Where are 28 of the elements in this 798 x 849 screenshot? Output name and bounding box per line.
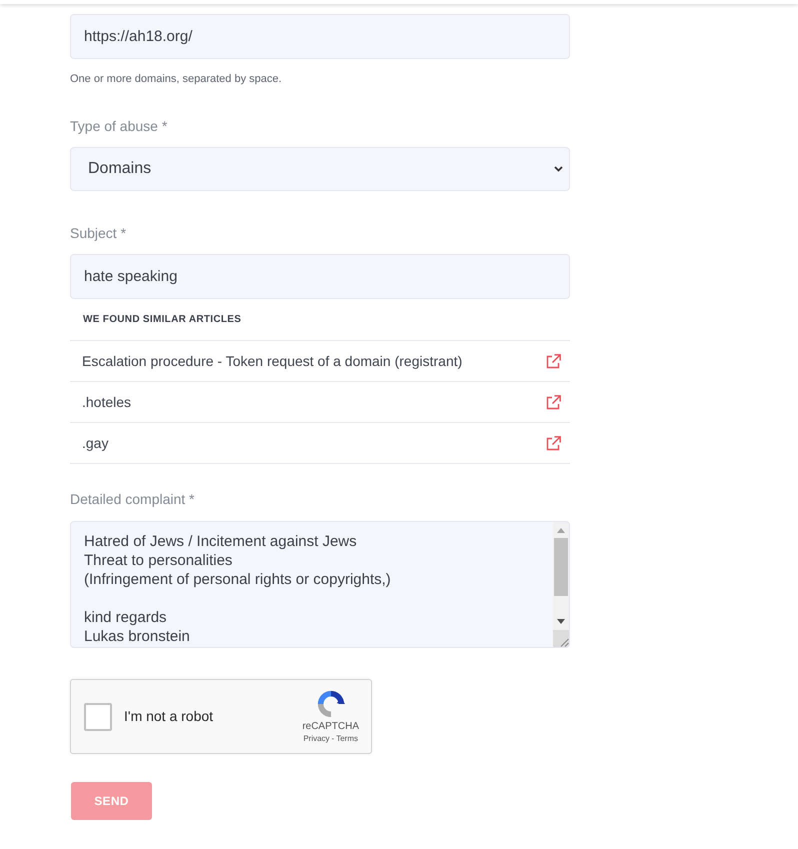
abuse-type-select[interactable]: Domains bbox=[70, 147, 570, 191]
field-label: Detailed complaint * bbox=[70, 490, 196, 508]
domain-hint: One or more domains, separated by space. bbox=[70, 72, 283, 86]
article-link[interactable]: .hoteles bbox=[70, 382, 570, 423]
similar-articles-heading: WE FOUND SIMILAR ARTICLES bbox=[83, 314, 242, 326]
scroll-thumb[interactable] bbox=[554, 538, 568, 596]
subject-input[interactable]: hate speaking bbox=[70, 254, 570, 299]
captcha-label: I'm not a robot bbox=[124, 707, 214, 726]
external-link-icon bbox=[546, 354, 561, 368]
scroll-down-arrow-icon[interactable] bbox=[557, 619, 565, 624]
resize-grip-icon[interactable] bbox=[560, 638, 569, 647]
scrollbar[interactable] bbox=[553, 522, 569, 647]
terms-link[interactable]: Terms bbox=[336, 733, 358, 744]
circular-arrows-icon bbox=[316, 689, 346, 719]
field-label: Subject * bbox=[70, 224, 128, 242]
external-link-icon bbox=[546, 436, 561, 450]
article-link[interactable]: .gay bbox=[70, 423, 570, 464]
recaptcha-brand: reCAPTCHA bbox=[302, 721, 359, 733]
article-link[interactable]: Escalation procedure - Token request of a domain (registrant) bbox=[70, 341, 570, 382]
privacy-link[interactable]: Privacy bbox=[303, 733, 330, 744]
robot-checkbox[interactable] bbox=[84, 702, 112, 730]
complaint-textarea[interactable]: Hatred of Jews / Incitement against Jews Threat to personalities (Infringement of personal rights or copyrights,) kind regards Lukas bronstein bbox=[70, 521, 570, 648]
field-label: Type of abuse * bbox=[70, 117, 168, 135]
link-separator: - bbox=[332, 733, 334, 744]
domain-input[interactable]: https://ah18.org/ bbox=[70, 14, 570, 59]
external-link-icon bbox=[546, 394, 561, 410]
chevron-down-icon bbox=[554, 166, 563, 172]
scroll-up-arrow-icon[interactable] bbox=[557, 528, 565, 533]
